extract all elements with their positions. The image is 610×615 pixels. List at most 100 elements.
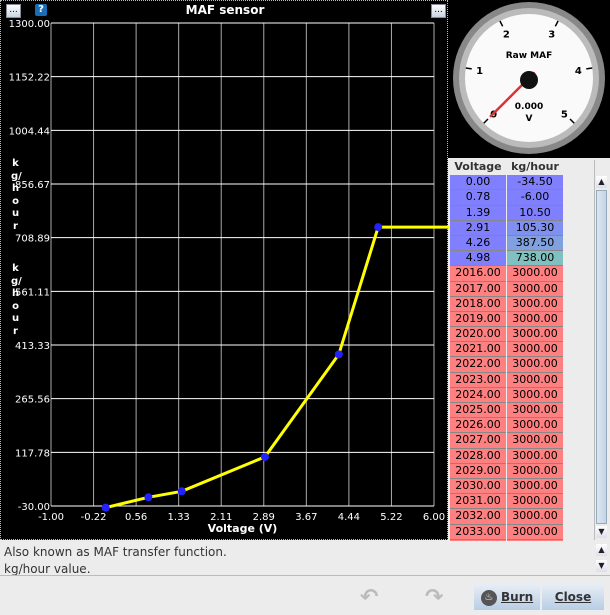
- cell-kg-hour[interactable]: 3000.00: [507, 266, 563, 282]
- table-row[interactable]: 2024.00 3000.00: [450, 387, 595, 403]
- table-row[interactable]: 2023.00 3000.00: [450, 372, 595, 388]
- cell-kg-hour[interactable]: 105.30: [507, 220, 563, 236]
- cell-voltage[interactable]: 1.39: [450, 205, 506, 221]
- cell-voltage[interactable]: 2021.00: [450, 342, 506, 358]
- table-row[interactable]: 2021.00 3000.00: [450, 342, 595, 358]
- cell-voltage[interactable]: 2026.00: [450, 418, 506, 434]
- cell-kg-hour[interactable]: 3000.00: [507, 494, 563, 510]
- table-row[interactable]: 1.39 10.50: [450, 205, 595, 221]
- cell-voltage[interactable]: 2017.00: [450, 281, 506, 297]
- scroll-down-icon[interactable]: ▼: [596, 526, 607, 538]
- cell-voltage[interactable]: 2028.00: [450, 448, 506, 464]
- gauge-unit: V: [526, 114, 533, 124]
- gauge-value: 0.000: [515, 102, 543, 112]
- table-row[interactable]: 2.91 105.30: [450, 220, 595, 236]
- table-row[interactable]: 2029.00 3000.00: [450, 463, 595, 479]
- cell-voltage[interactable]: 2.91: [450, 220, 506, 236]
- cell-voltage[interactable]: 2024.00: [450, 387, 506, 403]
- table-row[interactable]: 2032.00 3000.00: [450, 509, 595, 525]
- redo-icon[interactable]: ↷: [425, 585, 443, 610]
- cell-voltage[interactable]: 2018.00: [450, 296, 506, 312]
- table-row[interactable]: 0.00 -34.50: [450, 175, 595, 191]
- table-row[interactable]: 2028.00 3000.00: [450, 448, 595, 464]
- cell-kg-hour[interactable]: -6.00: [507, 190, 563, 206]
- table-row[interactable]: 2017.00 3000.00: [450, 281, 595, 297]
- cell-kg-hour[interactable]: 738.00: [507, 251, 563, 267]
- scroll-thumb[interactable]: [596, 190, 607, 524]
- cell-voltage[interactable]: 2022.00: [450, 357, 506, 373]
- cell-kg-hour[interactable]: -34.50: [507, 175, 563, 191]
- cell-kg-hour[interactable]: 3000.00: [507, 281, 563, 297]
- cell-kg-hour[interactable]: 3000.00: [507, 448, 563, 464]
- description-line: kg/hour value.: [4, 562, 91, 576]
- table-row[interactable]: 4.26 387.50: [450, 235, 595, 252]
- burn-button[interactable]: ♨ Burn: [474, 584, 540, 610]
- cell-kg-hour[interactable]: 3000.00: [507, 433, 563, 449]
- table-row[interactable]: 2018.00 3000.00: [450, 296, 595, 312]
- desc-scroll-up-icon[interactable]: ▲: [596, 544, 607, 556]
- y-tick-label: 1004.44: [9, 126, 50, 137]
- cell-kg-hour[interactable]: 3000.00: [507, 418, 563, 434]
- desc-scroll-down-icon[interactable]: ▼: [596, 560, 607, 572]
- cell-kg-hour[interactable]: 3000.00: [507, 509, 563, 525]
- undo-icon[interactable]: ↶: [360, 585, 378, 610]
- series-line: [105, 225, 449, 510]
- cell-kg-hour[interactable]: 3000.00: [507, 296, 563, 312]
- scroll-up-icon[interactable]: ▲: [596, 176, 607, 188]
- close-button[interactable]: Close: [542, 584, 604, 610]
- cell-kg-hour[interactable]: 3000.00: [507, 372, 563, 388]
- cell-kg-hour[interactable]: 3000.00: [507, 524, 563, 540]
- table-scrollbar[interactable]: ▲ ▼: [594, 160, 608, 540]
- chart-title: MAF sensor: [185, 3, 265, 17]
- cell-voltage[interactable]: 2020.00: [450, 327, 506, 343]
- cell-voltage[interactable]: 2029.00: [450, 463, 506, 479]
- cell-kg-hour[interactable]: 3000.00: [507, 327, 563, 343]
- y-tick-label: 1300.00: [9, 19, 50, 30]
- table-row[interactable]: 2033.00 3000.00: [450, 524, 595, 540]
- table-row[interactable]: 2019.00 3000.00: [450, 311, 595, 328]
- cell-voltage[interactable]: 2027.00: [450, 433, 506, 449]
- y-tick-label: -30.00: [18, 502, 50, 513]
- cell-kg-hour[interactable]: 387.50: [507, 235, 563, 252]
- chart-panel: -1.00 -0.22 0.56 1.33 2.11 2.89 3.67 4.44 5.22 6.…: [0, 0, 449, 540]
- cell-voltage[interactable]: 0.78: [450, 190, 506, 206]
- data-point: [177, 487, 186, 496]
- table-row[interactable]: 2026.00 3000.00: [450, 418, 595, 434]
- table-row[interactable]: 2020.00 3000.00: [450, 327, 595, 343]
- right-menu-button[interactable]: ...: [431, 4, 446, 18]
- description-area[interactable]: Also known as MAF transfer function. kg/…: [0, 541, 610, 576]
- cell-voltage[interactable]: 2023.00: [450, 372, 506, 388]
- table-row[interactable]: 2030.00 3000.00: [450, 478, 595, 495]
- cell-kg-hour[interactable]: 3000.00: [507, 463, 563, 479]
- table-row[interactable]: 2025.00 3000.00: [450, 403, 595, 419]
- cell-kg-hour[interactable]: 3000.00: [507, 311, 563, 328]
- table-row[interactable]: 2027.00 3000.00: [450, 433, 595, 449]
- cell-voltage[interactable]: 2019.00: [450, 311, 506, 328]
- cell-kg-hour[interactable]: 3000.00: [507, 342, 563, 358]
- cell-voltage[interactable]: 2033.00: [450, 524, 506, 540]
- table-row[interactable]: 4.98 738.00: [450, 251, 595, 267]
- table-row[interactable]: 2022.00 3000.00: [450, 357, 595, 373]
- cell-kg-hour[interactable]: 3000.00: [507, 357, 563, 373]
- cell-kg-hour[interactable]: 3000.00: [507, 387, 563, 403]
- cell-voltage[interactable]: 2016.00: [450, 266, 506, 282]
- table-row[interactable]: 2031.00 3000.00: [450, 494, 595, 510]
- cell-voltage[interactable]: 2025.00: [450, 403, 506, 419]
- description-line: Also known as MAF transfer function.: [4, 545, 227, 559]
- cell-kg-hour[interactable]: 3000.00: [507, 403, 563, 419]
- gauge-tick-label: 5: [561, 109, 568, 120]
- cell-voltage[interactable]: 0.00: [450, 175, 506, 191]
- x-tick-label: 5.22: [380, 512, 402, 523]
- gauge-tick: [586, 67, 593, 70]
- table-row[interactable]: 2016.00 3000.00: [450, 266, 595, 282]
- cell-voltage[interactable]: 4.98: [450, 251, 506, 267]
- cell-voltage[interactable]: 2031.00: [450, 494, 506, 510]
- cell-voltage[interactable]: 2032.00: [450, 509, 506, 525]
- cell-kg-hour[interactable]: 10.50: [507, 205, 563, 221]
- cell-voltage[interactable]: 4.26: [450, 235, 506, 252]
- maf-table: Voltage kg/hour 0.00 -34.50 0.78 -6.00 1.39 1…: [450, 160, 595, 571]
- y-axis-label-2: kg/hour: [11, 263, 22, 337]
- cell-kg-hour[interactable]: 3000.00: [507, 478, 563, 495]
- cell-voltage[interactable]: 2030.00: [450, 478, 506, 495]
- table-row[interactable]: 0.78 -6.00: [450, 190, 595, 206]
